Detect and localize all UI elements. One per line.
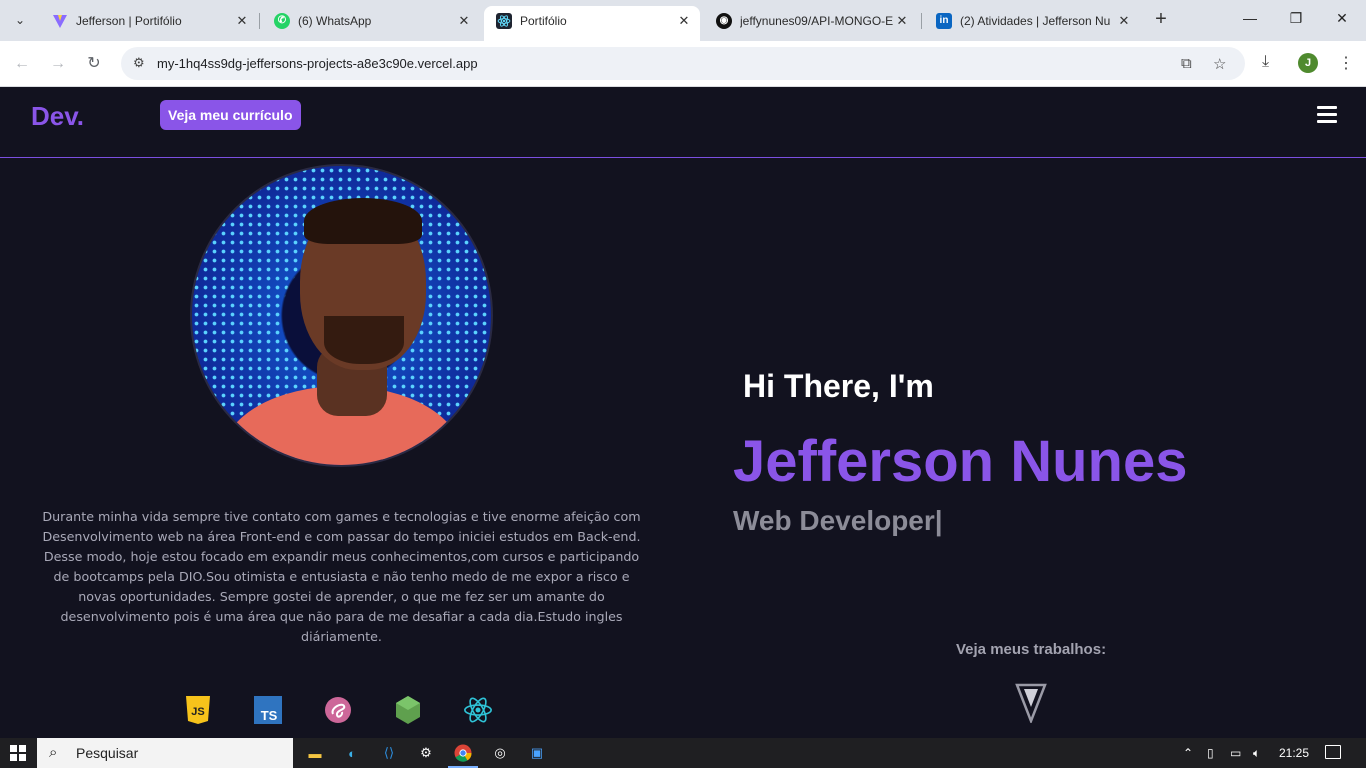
- linkedin-icon: in: [936, 12, 952, 29]
- file-explorer-icon[interactable]: ▬: [304, 742, 326, 764]
- forward-arrow-icon[interactable]: →: [47, 53, 69, 75]
- back-arrow-icon[interactable]: ←: [11, 53, 33, 75]
- close-tab-icon[interactable]: ✕: [894, 13, 910, 29]
- site-info-icon[interactable]: ⚙: [133, 55, 145, 71]
- site-logo[interactable]: Dev.: [31, 101, 84, 132]
- bookmark-star-icon[interactable]: ☆: [1213, 55, 1226, 73]
- download-icon[interactable]: ⤓: [1262, 53, 1269, 71]
- photos-icon[interactable]: ▣: [526, 742, 548, 764]
- photo-beard-shape: [324, 316, 404, 364]
- tab-separator: [259, 13, 260, 29]
- settings-gear-icon[interactable]: ⚙: [415, 742, 437, 764]
- minimize-window-button[interactable]: —: [1240, 10, 1260, 26]
- tab-linkedin[interactable]: in (2) Atividades | Jefferson Nu ✕: [924, 6, 1140, 35]
- vscode-icon[interactable]: ⟨⟩: [378, 742, 400, 764]
- nodejs-icon: [392, 694, 424, 726]
- whatsapp-icon: ✆: [274, 12, 290, 29]
- browser-toolbar: ← → ↻ ⚙ my-1hq4ss9dg-jeffersons-projects…: [0, 41, 1366, 87]
- windows-taskbar: ⌕ Pesquisar ▬ ◐ ⟨⟩ ⚙ ◎ ▣ ⌃ ▯ ▭ 🔈︎ 21:25: [0, 738, 1366, 768]
- svg-text:JS: JS: [191, 706, 204, 718]
- volume-icon[interactable]: 🔈︎: [1253, 746, 1260, 761]
- network-icon[interactable]: ▭: [1230, 746, 1241, 760]
- close-tab-icon[interactable]: ✕: [456, 13, 472, 29]
- tab-title: jeffynunes09/API-MONGO-E: [740, 13, 894, 28]
- hamburger-menu-icon[interactable]: [1317, 106, 1337, 124]
- translate-icon[interactable]: ⧉: [1181, 55, 1192, 72]
- greeting-heading: Hi There, I'm: [743, 368, 934, 404]
- tab-title: Portifólio: [520, 13, 567, 28]
- reload-icon[interactable]: ↻: [83, 53, 105, 75]
- profile-photo: [190, 164, 493, 467]
- battery-icon[interactable]: ▯: [1207, 746, 1214, 760]
- obs-icon[interactable]: ◎: [489, 742, 511, 764]
- windows-start-icon[interactable]: [10, 745, 26, 761]
- javascript-icon: JS: [182, 694, 214, 726]
- tab-whatsapp[interactable]: ✆ (6) WhatsApp ✕: [262, 6, 480, 35]
- role-typing-text: Web Developer|: [733, 505, 943, 536]
- name-heading: Jefferson Nunes: [733, 429, 1188, 494]
- react-icon: [462, 694, 494, 726]
- typescript-icon: TS: [252, 694, 284, 726]
- site-header: Dev. Veja meu currículo: [0, 87, 1366, 158]
- menu-kebab-icon[interactable]: ⋮: [1338, 53, 1354, 73]
- svg-text:TS: TS: [261, 708, 278, 723]
- github-icon: ◉: [716, 12, 732, 29]
- chrome-icon[interactable]: [448, 742, 478, 768]
- show-hidden-icons-chevron-icon[interactable]: ⌃: [1183, 746, 1193, 760]
- address-bar[interactable]: ⚙ my-1hq4ss9dg-jeffersons-projects-a8e3c…: [121, 47, 1245, 80]
- url-text[interactable]: my-1hq4ss9dg-jeffersons-projects-a8e3c90…: [157, 56, 478, 71]
- tab-title: (6) WhatsApp: [298, 13, 372, 28]
- taskbar-search-placeholder: Pesquisar: [76, 745, 139, 761]
- profile-avatar[interactable]: J: [1298, 53, 1318, 73]
- skills-icon-row: JS TS: [180, 690, 510, 730]
- close-tab-icon[interactable]: ✕: [676, 13, 692, 29]
- vite-icon: [52, 13, 68, 29]
- see-my-works-label: Veja meus trabalhos:: [956, 641, 1107, 658]
- browser-tab-strip: ⌄ Jefferson | Portifólio ✕ ✆ (6) WhatsAp…: [0, 0, 1366, 41]
- tab-title: (2) Atividades | Jefferson Nu: [960, 13, 1111, 28]
- photo-hair-shape: [304, 198, 422, 244]
- about-me-text: Durante minha vida sempre tive contato c…: [42, 509, 641, 644]
- tab-portfolio-vite[interactable]: Jefferson | Portifólio ✕: [40, 6, 258, 35]
- taskbar-search-box[interactable]: ⌕ Pesquisar: [37, 738, 293, 768]
- tab-portfolio-active[interactable]: Portifólio ✕: [484, 6, 700, 41]
- close-tab-icon[interactable]: ✕: [234, 13, 250, 29]
- system-clock[interactable]: 21:25: [1279, 746, 1309, 760]
- view-resume-button[interactable]: Veja meu currículo: [160, 100, 301, 130]
- tab-separator: [921, 13, 922, 29]
- search-icon: ⌕: [49, 744, 58, 761]
- scroll-down-arrow-icon[interactable]: [1015, 683, 1047, 725]
- sass-icon: [322, 694, 354, 726]
- tab-search-button[interactable]: ⌄: [8, 8, 32, 32]
- tab-title: Jefferson | Portifólio: [76, 13, 182, 28]
- edge-browser-icon[interactable]: ◐: [341, 742, 363, 764]
- close-tab-icon[interactable]: ✕: [1116, 13, 1132, 29]
- react-icon: [496, 12, 512, 29]
- restore-window-button[interactable]: ❐: [1286, 10, 1306, 27]
- close-window-button[interactable]: ✕: [1332, 10, 1352, 27]
- notification-center-icon[interactable]: [1325, 745, 1341, 759]
- tab-github[interactable]: ◉ jeffynunes09/API-MONGO-E ✕: [704, 6, 918, 35]
- new-tab-button[interactable]: +: [1150, 9, 1172, 31]
